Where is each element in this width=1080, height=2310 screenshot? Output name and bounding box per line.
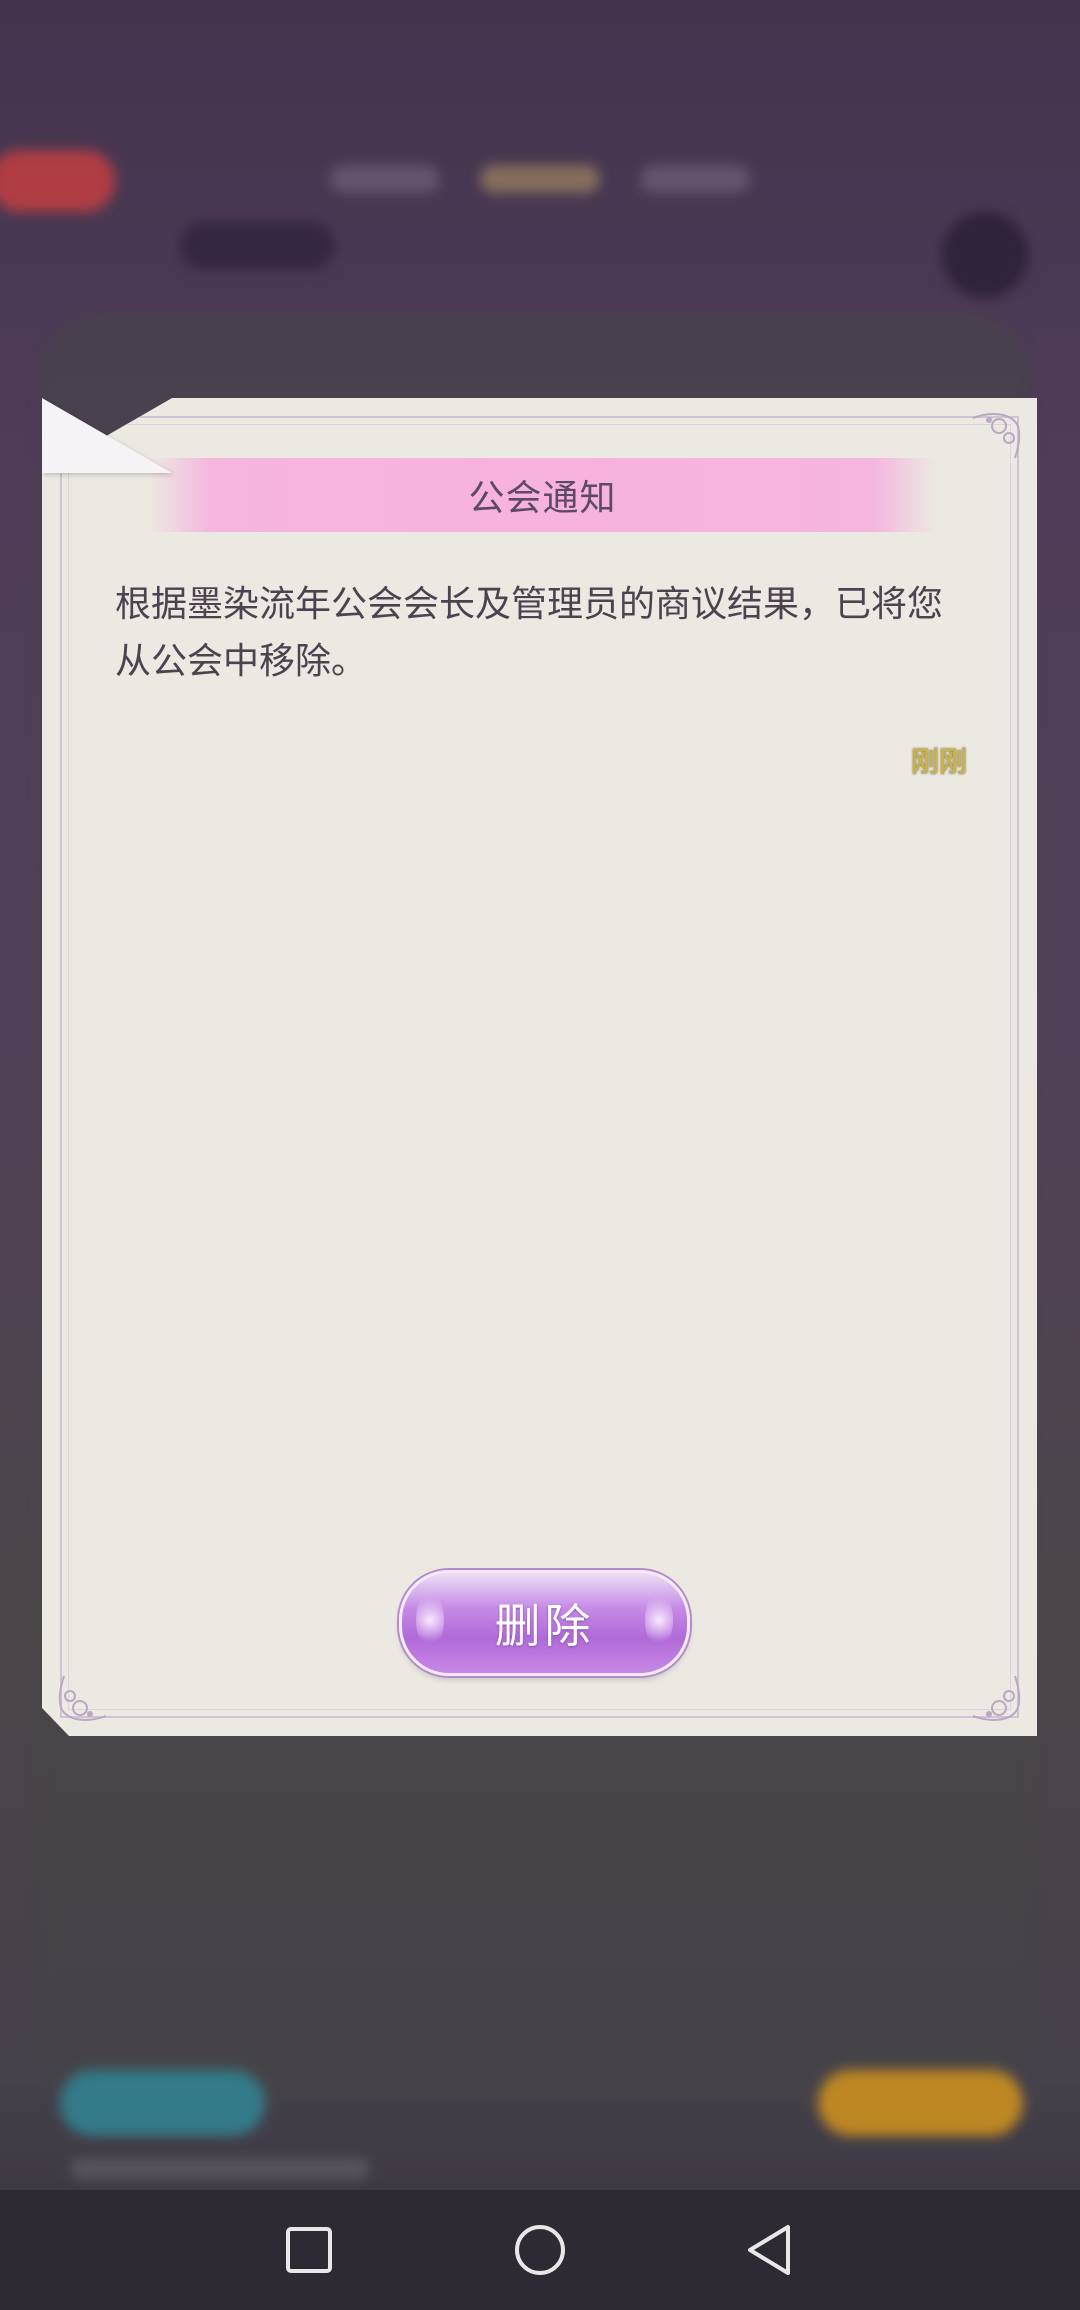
- notice-timestamp: 刚刚: [910, 745, 967, 778]
- back-button[interactable]: [740, 2220, 800, 2280]
- delete-button-label: 删除: [494, 1599, 595, 1653]
- button-ornament: [416, 1591, 444, 1649]
- guild-notice-dialog: 公会通知 根据墨染流年公会会长及管理员的商议结果，已将您从公会中移除。 刚刚 删…: [42, 398, 1037, 1736]
- notice-message: 根据墨染流年公会会长及管理员的商议结果，已将您从公会中移除。: [115, 584, 944, 682]
- corner-ornament-icon: [58, 1675, 107, 1721]
- home-icon: [515, 2225, 565, 2275]
- corner-ornament-icon: [972, 413, 1021, 459]
- page-fold-corner: [42, 398, 172, 473]
- button-ornament: [645, 1591, 673, 1649]
- dialog-title-bar: 公会通知: [150, 458, 935, 532]
- recent-apps-icon: [286, 2227, 332, 2273]
- back-icon: [748, 2225, 790, 2275]
- corner-ornament-icon: [972, 1675, 1021, 1721]
- system-navigation-bar: [0, 2190, 1080, 2310]
- recent-apps-button[interactable]: [279, 2220, 339, 2280]
- dialog-title: 公会通知: [468, 478, 617, 519]
- home-button[interactable]: [510, 2220, 570, 2280]
- delete-button[interactable]: 删除: [399, 1570, 690, 1676]
